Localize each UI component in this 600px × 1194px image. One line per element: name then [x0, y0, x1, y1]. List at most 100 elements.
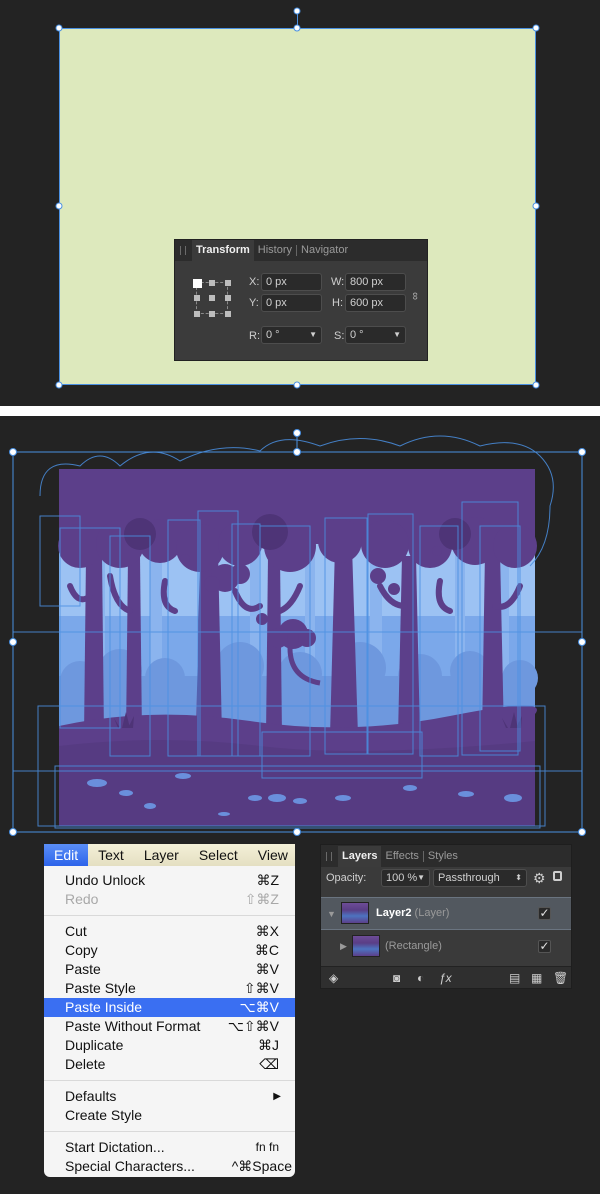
anchor-top-right[interactable]	[225, 280, 231, 286]
menu-text[interactable]: Text	[88, 844, 134, 866]
visibility-checkbox[interactable]: ✓	[538, 907, 551, 920]
visibility-checkbox[interactable]: ✓	[538, 940, 551, 953]
menu-item-cut[interactable]: Cut ⌘X	[44, 922, 295, 941]
menu-item-special-characters[interactable]: Special Characters... ^⌘Space	[44, 1157, 295, 1176]
anchor-center[interactable]	[209, 295, 215, 301]
panel-grip-icon[interactable]	[180, 246, 186, 255]
anchor-bottom-right[interactable]	[225, 311, 231, 317]
menu-item-undo-unlock[interactable]: Undo Unlock ⌘Z	[44, 871, 295, 890]
lock-icon[interactable]	[553, 871, 562, 881]
anchor-point-selector[interactable]	[193, 279, 231, 317]
new-document-icon[interactable]: ▤	[509, 971, 520, 985]
handle-top-left[interactable]	[55, 24, 63, 32]
edit-menu: Undo Unlock ⌘Z Redo ⇧⌘Z Cut ⌘X Copy ⌘C P…	[44, 866, 295, 1177]
tab-styles[interactable]: Styles	[424, 846, 462, 867]
menu-item-delete[interactable]: Delete ⌫	[44, 1055, 295, 1074]
menu-item-paste[interactable]: Paste ⌘V	[44, 960, 295, 979]
layer-type: (Layer)	[414, 907, 450, 919]
menu-select[interactable]: Select	[189, 844, 248, 866]
layers-toolbar: ◈ ◙ ◐ ƒx ▤ ▦ 🗑	[321, 966, 571, 988]
menu-item-label: Cut	[65, 923, 87, 939]
h-field[interactable]: 600 px	[345, 294, 406, 312]
submenu-arrow-icon: ▶	[273, 1091, 281, 1102]
y-label: Y:	[249, 297, 259, 309]
menu-edit[interactable]: Edit	[44, 844, 89, 866]
rotation-handle[interactable]	[293, 7, 301, 15]
adjustment-icon[interactable]: ◐	[417, 971, 424, 985]
menu-item-label: Create Style	[65, 1107, 143, 1123]
menu-item-label: Delete	[65, 1056, 106, 1072]
menu-view[interactable]: View	[248, 844, 298, 866]
forest-illustration[interactable]	[0, 416, 600, 841]
handle-middle-left[interactable]	[55, 202, 63, 210]
x-field[interactable]: 0 px	[261, 273, 322, 291]
shear-field[interactable]: 0 ° ▼	[345, 326, 406, 344]
mask-icon[interactable]: ◙	[393, 971, 400, 985]
w-field[interactable]: 800 px	[345, 273, 406, 291]
menu-item-shortcut: ⌥⇧⌘V	[227, 1018, 279, 1034]
blend-mode-select[interactable]: Passthrough ⬍	[433, 869, 527, 887]
chevron-down-icon[interactable]: ▼	[417, 870, 425, 886]
anchor-bottom-center[interactable]	[209, 311, 215, 317]
layers-panel: Layers Effects Styles Opacity: 100 % ▼ P…	[320, 844, 572, 989]
menu-item-shortcut: ^⌘Space	[231, 1158, 292, 1174]
handle-middle-right[interactable]	[532, 202, 540, 210]
layer-row[interactable]: ▶ (Rectangle) ✓	[321, 931, 571, 964]
menu-item-paste-style[interactable]: Paste Style ⇧⌘V	[44, 979, 295, 998]
panel-grip-icon[interactable]	[326, 851, 332, 861]
menu-item-shortcut: ⌘J	[258, 1037, 279, 1053]
tab-history[interactable]: History	[254, 240, 296, 261]
layer-title: Layer2	[376, 907, 412, 919]
chevron-down-icon[interactable]: ▼	[309, 327, 317, 343]
layer-thumbnail	[352, 935, 380, 957]
handle-bottom-left[interactable]	[55, 381, 63, 389]
menu-separator	[44, 1080, 295, 1081]
menu-item-create-style[interactable]: Create Style	[44, 1106, 295, 1125]
menu-item-duplicate[interactable]: Duplicate ⌘J	[44, 1036, 295, 1055]
trash-icon[interactable]: 🗑	[553, 971, 568, 985]
collapse-triangle-icon[interactable]: ▼	[327, 909, 336, 919]
anchor-middle-right[interactable]	[225, 295, 231, 301]
layer-row[interactable]: ▼ Layer2 (Layer) ✓	[321, 897, 571, 930]
handle-top-right[interactable]	[532, 24, 540, 32]
fx-icon[interactable]: ƒx	[439, 971, 452, 985]
menu-item-paste-without-format[interactable]: Paste Without Format ⌥⇧⌘V	[44, 1017, 295, 1036]
anchor-bottom-left[interactable]	[194, 311, 200, 317]
handle-bottom-right[interactable]	[532, 381, 540, 389]
menu-item-defaults[interactable]: Defaults ▶	[44, 1087, 295, 1106]
tab-layers[interactable]: Layers	[338, 845, 382, 867]
anchor-top-left[interactable]	[193, 279, 202, 288]
menu-item-start-dictation[interactable]: Start Dictation... fn fn	[44, 1138, 295, 1157]
opacity-value: 100 %	[386, 872, 418, 884]
rotation-field[interactable]: 0 ° ▼	[261, 326, 322, 344]
anchor-middle-left[interactable]	[194, 295, 200, 301]
opacity-field[interactable]: 100 % ▼	[381, 869, 430, 887]
menu-item-shortcut: ⇧⌘Z	[244, 891, 279, 907]
gear-icon[interactable]: ⚙	[533, 870, 546, 887]
handle-bottom-center[interactable]	[293, 381, 301, 389]
menu-item-label: Start Dictation...	[65, 1139, 165, 1155]
stepper-icon[interactable]: ⬍	[515, 870, 522, 886]
menu-item-label: Paste Without Format	[65, 1018, 201, 1034]
chevron-down-icon[interactable]: ▼	[393, 327, 401, 343]
y-field[interactable]: 0 px	[261, 294, 322, 312]
menu-item-shortcut: ⌘C	[254, 942, 279, 958]
menu-item-copy[interactable]: Copy ⌘C	[44, 941, 295, 960]
menu-layer[interactable]: Layer	[134, 844, 189, 866]
layer-type: (Rectangle)	[385, 940, 442, 952]
w-label: W:	[331, 276, 345, 288]
layers-stack-icon[interactable]: ◈	[329, 971, 338, 985]
canvas-panel-bottom: Edit Text Layer Select View Undo Unlock …	[0, 416, 600, 1194]
link-aspect-icon[interactable]: ∞	[409, 292, 421, 300]
anchor-top-center[interactable]	[209, 280, 215, 286]
expand-triangle-icon[interactable]: ▶	[340, 941, 347, 952]
opacity-label: Opacity:	[326, 872, 367, 884]
tab-transform[interactable]: Transform	[192, 240, 254, 261]
menu-item-paste-inside[interactable]: Paste Inside ⌥⌘V	[44, 998, 295, 1017]
group-icon[interactable]: ▦	[531, 971, 542, 985]
handle-top-center[interactable]	[293, 24, 301, 32]
menu-item-label: Paste Inside	[65, 999, 143, 1015]
tab-effects[interactable]: Effects	[381, 846, 422, 867]
tab-navigator[interactable]: Navigator	[297, 240, 352, 261]
h-label: H:	[332, 297, 343, 309]
